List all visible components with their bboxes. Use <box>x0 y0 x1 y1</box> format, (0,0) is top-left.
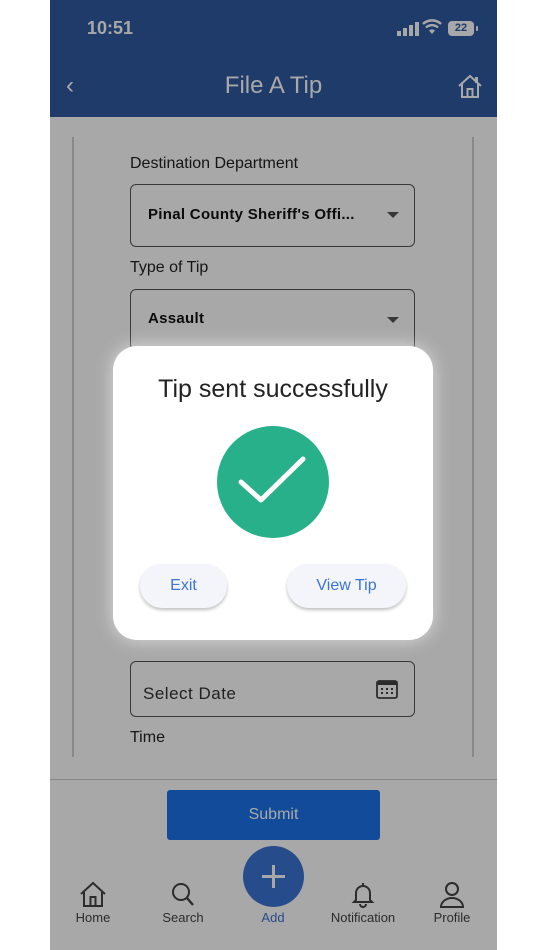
dialog-title: Tip sent successfully <box>158 375 388 403</box>
success-dialog: Tip sent successfully Exit View Tip <box>113 346 433 640</box>
phone-screen: 10:51 22 ‹ File A Tip Destination Depart… <box>50 0 497 950</box>
success-badge <box>217 426 329 538</box>
checkmark-icon <box>238 456 306 503</box>
exit-button[interactable]: Exit <box>140 564 227 608</box>
view-tip-button[interactable]: View Tip <box>287 564 406 608</box>
